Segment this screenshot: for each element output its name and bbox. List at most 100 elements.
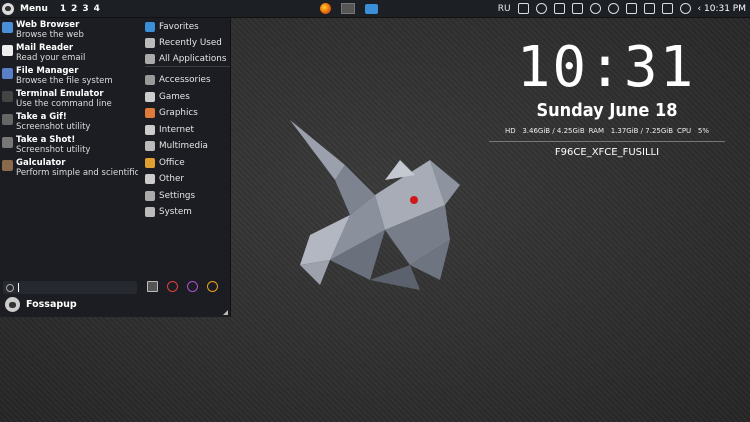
menu-button[interactable]: Menu [0, 0, 52, 17]
conky-divider [489, 141, 725, 142]
workspace-2[interactable]: 2 [71, 4, 77, 14]
favorite-subtitle: Use the command line [16, 99, 112, 109]
avatar [5, 297, 20, 312]
favorite-subtitle: Screenshot utility [16, 145, 91, 155]
system-icon [145, 207, 155, 217]
favorite-item-take-a-shot[interactable]: Take a Shot! Screenshot utility [2, 135, 142, 155]
workspace-1[interactable]: 1 [60, 4, 66, 14]
user-row: Fossapup [5, 297, 77, 312]
games-icon [145, 92, 155, 102]
favorite-item-mail-reader[interactable]: Mail Reader Read your email [2, 43, 142, 63]
internet-icon [145, 125, 155, 135]
clipboard-icon[interactable] [517, 3, 529, 14]
category-label: Multimedia [159, 141, 208, 151]
category-label: System [159, 207, 192, 217]
favorite-subtitle: Browse the web [16, 30, 84, 40]
favorite-title: File Manager [16, 66, 79, 76]
category-label: Other [159, 174, 184, 184]
category-internet[interactable]: Internet [145, 123, 230, 137]
application-menu: Web Browser Browse the web Mail Reader Read… [0, 18, 231, 317]
ram-stat: RAM 1.37GiB / 7.25GiB [589, 127, 673, 135]
camera-icon [2, 137, 13, 148]
category-settings[interactable]: Settings [145, 189, 230, 203]
workspace-4[interactable]: 4 [94, 4, 100, 14]
category-label: All Applications [159, 54, 227, 64]
category-recently-used[interactable]: Recently Used [145, 36, 230, 50]
conky-date: Sunday June 18 [536, 100, 678, 121]
camera-icon [2, 114, 13, 125]
favorite-item-web-browser[interactable]: Web Browser Browse the web [2, 20, 142, 40]
favorite-item-file-manager[interactable]: File Manager Browse the file system [2, 66, 142, 86]
updates-icon[interactable] [589, 3, 601, 14]
conky-hostname: F96CE_XFCE_FUSILLI [554, 147, 660, 158]
brightness-icon[interactable] [607, 3, 619, 14]
logout-icon[interactable] [207, 281, 218, 292]
category-other[interactable]: Other [145, 172, 230, 186]
search-icon [6, 283, 14, 292]
category-graphics[interactable]: Graphics [145, 106, 230, 120]
file-manager-launcher-icon[interactable] [365, 3, 378, 14]
favorite-title: Take a Gif! [16, 112, 67, 122]
other-icon [145, 174, 155, 184]
category-multimedia[interactable]: Multimedia [145, 139, 230, 153]
panel-clock[interactable]: ‹ 10:31 PM [698, 4, 746, 14]
category-system[interactable]: System [145, 205, 230, 219]
resize-grip-icon[interactable] [223, 310, 228, 315]
favorites-icon [145, 22, 155, 32]
folder-icon [2, 68, 13, 79]
multimedia-icon [145, 141, 155, 151]
user-icon[interactable] [535, 3, 547, 14]
calculator-icon [2, 160, 13, 171]
accessories-icon [145, 75, 155, 85]
category-label: Internet [159, 125, 194, 135]
search-input[interactable] [3, 281, 137, 294]
favorite-item-take-a-gif[interactable]: Take a Gif! Screenshot utility [2, 112, 142, 132]
workspace-switcher: 1 2 3 4 [60, 4, 100, 14]
settings-manager-icon[interactable] [147, 281, 158, 292]
category-label: Office [159, 158, 185, 168]
wallpaper-low-poly-cat [290, 120, 460, 290]
settings-icon [145, 191, 155, 201]
category-games[interactable]: Games [145, 90, 230, 104]
cpu-value: 5% [697, 127, 709, 135]
text-cursor [18, 283, 19, 292]
favorite-item-galculator[interactable]: Galculator Perform simple and scientific … [2, 158, 142, 178]
lock-screen-icon[interactable] [167, 281, 178, 292]
graphics-icon [145, 108, 155, 118]
volume-icon[interactable] [661, 3, 673, 14]
favorite-subtitle: Perform simple and scientific calculatio… [16, 168, 138, 178]
action-buttons [147, 281, 218, 292]
lock-icon[interactable] [571, 3, 583, 14]
favorite-item-terminal-emulator[interactable]: Terminal Emulator Use the command line [2, 89, 142, 109]
power-icon[interactable] [679, 3, 691, 14]
mail-icon [2, 45, 13, 56]
cpu-stat: CPU 5% [677, 127, 709, 135]
category-office[interactable]: Office [145, 156, 230, 170]
firefox-icon[interactable] [320, 3, 331, 14]
category-label: Accessories [159, 75, 211, 85]
top-panel: Menu 1 2 3 4 RU ‹ 10:31 PM [0, 0, 750, 18]
screenshot-icon[interactable] [553, 3, 565, 14]
workspace-3[interactable]: 3 [82, 4, 88, 14]
category-all-applications[interactable]: All Applications [145, 52, 230, 67]
category-favorites[interactable]: Favorites [145, 20, 230, 34]
conky-widget: 10:31 Sunday June 18 HD 3.46GiB / 4.25Gi… [489, 38, 725, 158]
ram-value: 1.37GiB / 7.25GiB [610, 127, 674, 135]
switch-user-icon[interactable] [187, 281, 198, 292]
all-apps-icon [145, 54, 155, 64]
recent-icon [145, 38, 155, 48]
terminal-icon [2, 91, 13, 102]
category-label: Settings [159, 191, 196, 201]
keyboard-layout[interactable]: RU [498, 4, 511, 14]
favorite-title: Web Browser [16, 20, 80, 30]
launcher-bar [320, 0, 378, 17]
favorite-subtitle: Browse the file system [16, 76, 113, 86]
display-icon[interactable] [625, 3, 637, 14]
category-label: Graphics [159, 108, 198, 118]
terminal-launcher-icon[interactable] [341, 3, 355, 14]
category-accessories[interactable]: Accessories [145, 73, 230, 87]
network-icon[interactable] [643, 3, 655, 14]
globe-icon [2, 22, 13, 33]
favorite-title: Take a Shot! [16, 135, 76, 145]
category-label: Games [159, 92, 190, 102]
